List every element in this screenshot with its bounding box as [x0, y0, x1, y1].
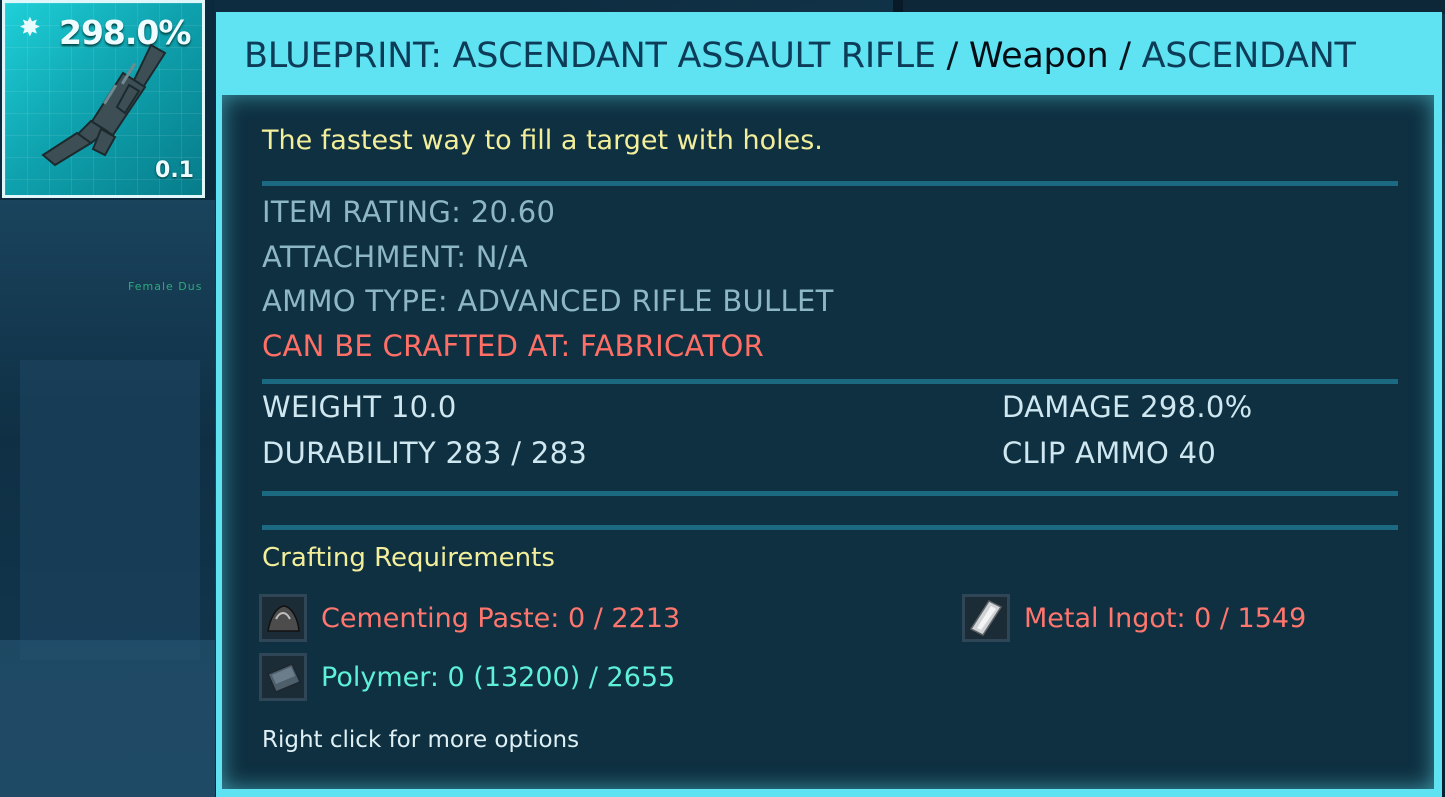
cementing-paste-icon	[259, 594, 307, 642]
durability-stat: DURABILITY 283 / 283	[262, 436, 588, 470]
bg-decor-block	[20, 360, 200, 660]
divider	[262, 525, 1398, 530]
requirement-label: Metal Ingot: 0 / 1549	[1024, 602, 1307, 634]
inventory-item-slot[interactable]: ✸ 298.0% 0.1	[2, 0, 205, 198]
requirement-item: Metal Ingot: 0 / 1549	[962, 594, 1306, 642]
divider	[262, 379, 1398, 384]
item-quality-tier: ASCENDANT	[1141, 36, 1356, 76]
item-description: The fastest way to fill a target with ho…	[262, 125, 823, 156]
ammo-type: AMMO TYPE: ADVANCED RIFLE BULLET	[262, 284, 834, 318]
attachment: ATTACHMENT: N/A	[262, 240, 528, 274]
title-separator: /	[946, 36, 959, 76]
requirement-item: Cementing Paste: 0 / 2213	[259, 594, 680, 642]
polymer-icon	[259, 653, 307, 701]
weight-stat: WEIGHT 10.0	[262, 390, 457, 424]
requirement-item: Polymer: 0 (13200) / 2655	[259, 653, 675, 701]
bg-decor-block	[0, 640, 215, 797]
crafted-at: CAN BE CRAFTED AT: FABRICATOR	[262, 329, 765, 363]
metal-ingot-icon	[962, 594, 1010, 642]
item-weight: 0.1	[155, 158, 194, 183]
tooltip-body: The fastest way to fill a target with ho…	[222, 95, 1434, 789]
item-tooltip: BLUEPRINT: ASCENDANT ASSAULT RIFLE / Wea…	[216, 12, 1442, 797]
assault-rifle-icon	[41, 43, 167, 167]
requirement-label: Polymer: 0 (13200) / 2655	[321, 661, 676, 693]
crafting-requirements-title: Crafting Requirements	[262, 543, 555, 573]
clip-ammo-stat: CLIP AMMO 40	[1002, 436, 1217, 470]
damage-stat: DAMAGE 298.0%	[1002, 390, 1253, 424]
requirement-label: Cementing Paste: 0 / 2213	[321, 602, 681, 634]
bg-creature-label: Female Dus	[128, 280, 203, 293]
quality-star-icon: ✸	[19, 13, 41, 43]
divider	[262, 181, 1398, 186]
context-hint: Right click for more options	[262, 727, 580, 753]
item-name: BLUEPRINT: ASCENDANT ASSAULT RIFLE	[244, 36, 936, 76]
divider	[262, 491, 1398, 496]
item-type: Weapon	[968, 36, 1109, 76]
tooltip-title: BLUEPRINT: ASCENDANT ASSAULT RIFLE / Wea…	[244, 36, 1356, 76]
item-rating: ITEM RATING: 20.60	[262, 195, 556, 229]
title-separator: /	[1119, 36, 1131, 76]
